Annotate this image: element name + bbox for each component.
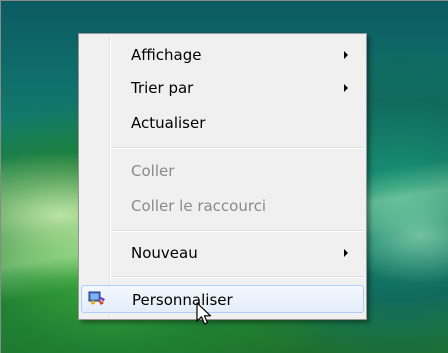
mouse-pointer-icon [196,302,214,328]
menu-item-label: Affichage [131,46,202,64]
menu-item-actualiser[interactable]: Actualiser [81,110,364,136]
menu-separator [112,276,364,278]
window-edge-top [0,0,448,1]
submenu-arrow-icon [344,51,348,59]
menu-item-coller-le-raccourci[interactable]: Coller le raccourci [81,193,364,219]
menu-item-nouveau[interactable]: Nouveau [81,240,364,266]
menu-item-label: Trier par [131,79,194,97]
personalize-icon [88,290,106,306]
submenu-arrow-icon [344,84,348,92]
menu-item-trier-par[interactable]: Trier par [81,75,364,101]
desktop-context-menu: Affichage Trier par Actualiser Coller Co… [78,33,367,320]
window-edge-left [0,0,1,353]
menu-item-label: Coller le raccourci [131,197,267,215]
menu-item-label: Personnaliser [132,291,233,309]
menu-item-personnaliser[interactable]: Personnaliser [81,285,364,313]
menu-item-label: Actualiser [131,114,206,132]
menu-separator [112,230,364,232]
menu-item-label: Coller [131,162,175,180]
menu-item-affichage[interactable]: Affichage [81,42,364,68]
menu-item-coller[interactable]: Coller [81,158,364,184]
menu-separator [112,147,364,149]
submenu-arrow-icon [344,249,348,257]
menu-item-label: Nouveau [131,244,198,262]
